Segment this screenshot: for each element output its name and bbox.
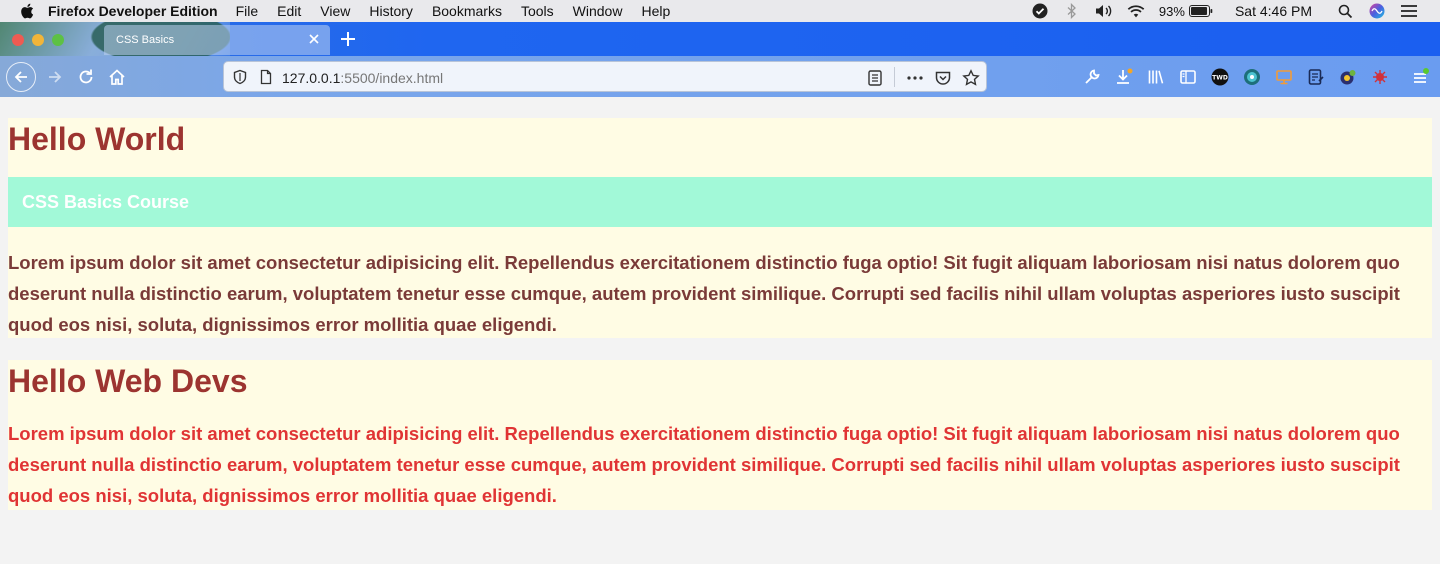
window-zoom-button[interactable] <box>52 34 64 46</box>
menu-view[interactable]: View <box>320 3 350 19</box>
menu-history[interactable]: History <box>369 3 413 19</box>
page-viewport: Hello World CSS Basics Course Lorem ipsu… <box>0 97 1440 564</box>
section-hello-world: Hello World CSS Basics Course Lorem ipsu… <box>8 118 1432 338</box>
app-menu[interactable]: Firefox Developer Edition <box>48 3 218 19</box>
spotlight-icon[interactable] <box>1336 3 1354 19</box>
forward-button[interactable] <box>42 64 68 90</box>
menu-help[interactable]: Help <box>641 3 670 19</box>
apple-icon[interactable] <box>20 3 34 19</box>
back-button[interactable] <box>6 62 36 92</box>
body-paragraph: Lorem ipsum dolor sit amet consectetur a… <box>8 423 1400 506</box>
section-hello-web-devs: Hello Web Devs Lorem ipsum dolor sit ame… <box>8 360 1432 510</box>
url-text[interactable]: 127.0.0.1:5500/index.html <box>282 70 443 86</box>
extension-bug-icon[interactable] <box>1370 67 1390 87</box>
bluetooth-icon[interactable] <box>1063 3 1081 19</box>
home-icon <box>109 69 125 85</box>
library-icon[interactable] <box>1146 67 1166 87</box>
download-icon[interactable] <box>1114 67 1134 87</box>
extension-globe-icon[interactable] <box>1242 67 1262 87</box>
extension-toggle-icon[interactable] <box>1338 67 1358 87</box>
extension-screen-icon[interactable] <box>1274 67 1294 87</box>
tab-css-basics[interactable]: CSS Basics <box>104 25 330 55</box>
menu-edit[interactable]: Edit <box>277 3 301 19</box>
battery-percent: 93% <box>1158 3 1185 19</box>
wrench-icon[interactable] <box>1082 67 1102 87</box>
page-icon[interactable] <box>258 69 274 85</box>
menu-clock[interactable]: Sat 4:46 PM <box>1235 3 1312 19</box>
reload-icon <box>79 69 93 84</box>
menu-file[interactable]: File <box>236 3 259 19</box>
menu-bookmarks[interactable]: Bookmarks <box>432 3 502 19</box>
menu-window[interactable]: Window <box>573 3 623 19</box>
section-heading: Hello Web Devs <box>8 363 248 399</box>
tab-title: CSS Basics <box>116 34 175 46</box>
back-icon <box>14 71 27 83</box>
intro-paragraph: Lorem ipsum dolor sit amet consectetur a… <box>8 252 1400 335</box>
home-button[interactable] <box>104 64 130 90</box>
page-heading: Hello World <box>8 121 186 157</box>
extension-notes-icon[interactable] <box>1306 67 1326 87</box>
volume-icon[interactable] <box>1095 3 1113 19</box>
navigation-toolbar: 127.0.0.1:5500/index.html TWD <box>0 56 1440 97</box>
url-path: :5500/index.html <box>340 70 444 86</box>
sidebar-icon[interactable] <box>1178 67 1198 87</box>
new-tab-icon[interactable] <box>338 29 358 49</box>
url-bar-separator <box>894 67 895 87</box>
url-host: 127.0.0.1 <box>282 70 341 86</box>
battery-icon <box>1188 5 1213 17</box>
reload-button[interactable] <box>73 64 99 90</box>
tab-close-icon[interactable] <box>306 31 322 47</box>
extension-twd-icon[interactable]: TWD <box>1210 67 1230 87</box>
window-minimize-button[interactable] <box>32 34 44 46</box>
svg-text:TWD: TWD <box>1212 74 1228 81</box>
more-icon[interactable] <box>906 69 924 87</box>
control-center-icon[interactable] <box>1400 3 1418 19</box>
tab-strip: CSS Basics <box>0 22 1440 97</box>
battery-indicator[interactable]: 93% <box>1159 4 1213 19</box>
menu-tools[interactable]: Tools <box>521 3 554 19</box>
address-bar[interactable]: 127.0.0.1:5500/index.html <box>223 61 987 92</box>
pocket-icon[interactable] <box>934 69 952 87</box>
siri-icon[interactable] <box>1368 3 1386 19</box>
forward-icon <box>49 71 62 83</box>
wifi-icon[interactable] <box>1127 3 1145 19</box>
macos-menu-bar: Firefox Developer Edition File Edit View… <box>0 0 1440 22</box>
reader-view-icon[interactable] <box>866 69 884 87</box>
bookmark-star-icon[interactable] <box>962 69 980 87</box>
tracking-shield-icon[interactable] <box>232 69 248 85</box>
shield-check-icon[interactable] <box>1031 3 1049 19</box>
window-close-button[interactable] <box>12 34 24 46</box>
menu-icon[interactable] <box>1410 67 1430 87</box>
course-subheading: CSS Basics Course <box>8 177 1432 227</box>
